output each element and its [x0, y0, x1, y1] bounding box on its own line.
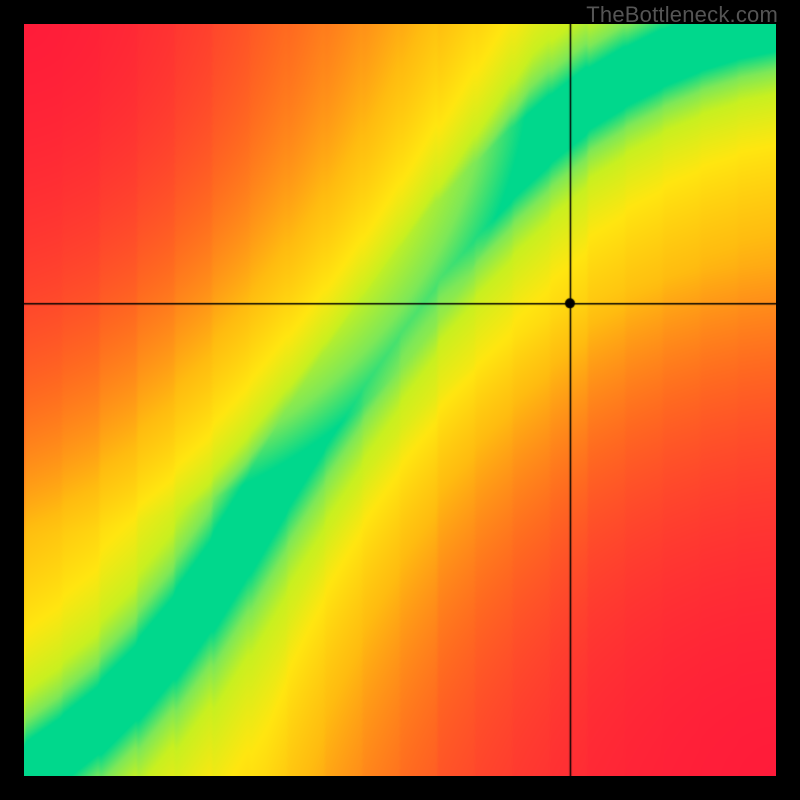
heatmap-chart: [24, 24, 776, 776]
chart-container: TheBottleneck.com: [0, 0, 800, 800]
heatmap-canvas: [24, 24, 776, 776]
